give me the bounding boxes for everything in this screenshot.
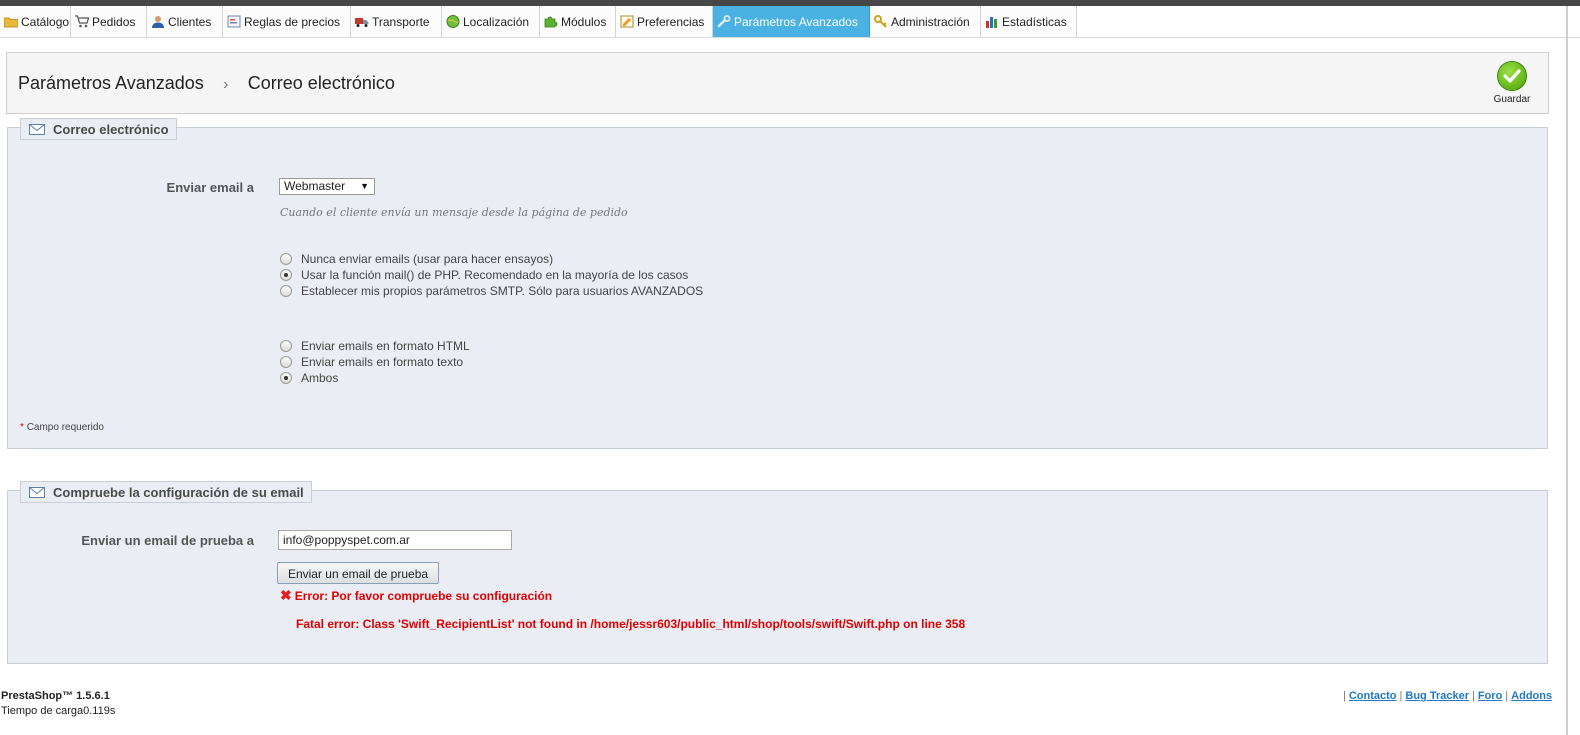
footer-pipe: | [1343, 690, 1346, 702]
tab-clientes[interactable]: Clientes [147, 6, 223, 37]
email-settings-legend: Correo electrónico [20, 118, 177, 140]
radio-button[interactable] [280, 285, 292, 297]
puzzle-icon [544, 16, 558, 28]
tab-label: Catálogo [21, 14, 70, 29]
tab-reglas-de-precios[interactable]: Reglas de precios [223, 6, 351, 37]
tab-preferencias[interactable]: Preferencias [616, 6, 713, 37]
main-menu: Catálogo Pedidos Clientes Reglas de prec… [0, 6, 1580, 38]
tab-transporte[interactable]: Transporte [351, 6, 442, 37]
tab-pedidos[interactable]: Pedidos [71, 6, 147, 37]
tab-modulos[interactable]: Módulos [540, 6, 616, 37]
error-message: ✖ Error: Por favor compruebe su configur… [280, 587, 552, 604]
send-test-email-button[interactable]: Enviar un email de prueba [277, 562, 439, 584]
tab-label: Estadísticas [1002, 14, 1067, 29]
tab-label: Clientes [168, 14, 212, 29]
footer-load-time: Tiempo de carga0.119s [1, 705, 116, 717]
tab-label: Transporte [372, 14, 430, 29]
error-x-icon: ✖ [280, 587, 292, 603]
test-email-input[interactable] [278, 530, 512, 550]
footer-pipe: | [1471, 690, 1475, 702]
radio-label: Nunca enviar emails (usar para hacer ens… [301, 252, 554, 266]
email-settings-panel: Correo electrónico Enviar email a Cuando… [7, 118, 1548, 449]
footer-pipe: | [1399, 690, 1403, 702]
preferences-icon [620, 15, 634, 28]
wrench-icon [717, 15, 731, 28]
footer-version: PrestaShop™ 1.5.6.1 [1, 690, 110, 702]
truck-icon [355, 18, 369, 27]
tab-parametros-avanzados[interactable]: Parámetros Avanzados [713, 6, 870, 37]
radio-button[interactable] [280, 372, 292, 384]
page-header: Parámetros Avanzados › Correo electrónico … [6, 52, 1549, 114]
fatal-error-message: Fatal error: Class 'Swift_RecipientList'… [296, 617, 966, 631]
send-to-select[interactable]: Webmaster ▼ [279, 178, 375, 195]
radio-button[interactable] [280, 356, 292, 368]
tab-estadisticas[interactable]: Estadísticas [981, 6, 1077, 37]
tab-label: Preferencias [637, 14, 705, 29]
tab-catalogo[interactable]: Catálogo [0, 6, 71, 37]
footer-pipe: | [1505, 690, 1509, 702]
dropdown-arrow-icon: ▼ [360, 181, 369, 191]
envelope-icon [29, 486, 45, 498]
save-button[interactable]: Guardar [1483, 61, 1541, 105]
tab-label: Administración [891, 14, 970, 29]
send-to-label: Enviar email a [166, 180, 254, 195]
radio-never-send[interactable]: Nunca enviar emails (usar para hacer ens… [280, 252, 553, 266]
folder-icon [4, 17, 18, 28]
radio-button[interactable] [280, 340, 292, 352]
radio-label: Enviar emails en formato texto [301, 355, 464, 369]
link-foro[interactable]: Foro [1478, 690, 1502, 702]
envelope-icon [29, 123, 45, 135]
scrollbar-edge [1566, 6, 1568, 735]
footer-info: PrestaShop™ 1.5.6.1 Tiempo de carga0.119… [1, 689, 115, 719]
radio-smtp[interactable]: Establecer mis propios parámetros SMTP. … [280, 284, 703, 298]
tab-localizacion[interactable]: Localización [442, 6, 540, 37]
tab-label: Localización [463, 14, 530, 29]
breadcrumb-parent[interactable]: Parámetros Avanzados [18, 73, 204, 93]
radio-format-both[interactable]: Ambos [280, 371, 338, 385]
radio-label: Ambos [301, 371, 339, 385]
bar-chart-icon [986, 17, 997, 28]
radio-label: Enviar emails en formato HTML [301, 339, 470, 353]
send-to-hint: Cuando el cliente envía un mensaje desde… [280, 206, 628, 219]
test-email-panel: Compruebe la configuración de su email E… [7, 481, 1548, 664]
key-icon [874, 15, 887, 28]
user-icon [152, 16, 164, 28]
price-rules-icon [227, 15, 241, 28]
tab-label: Módulos [561, 14, 607, 29]
breadcrumb-separator-icon: › [223, 76, 229, 93]
send-to-value: Webmaster [284, 179, 346, 193]
checkmark-icon [1497, 61, 1527, 91]
radio-label: Usar la función mail() de PHP. Recomenda… [301, 268, 689, 282]
test-email-legend-text: Compruebe la configuración de su email [53, 484, 304, 500]
radio-button[interactable] [280, 253, 292, 265]
tab-label: Pedidos [92, 14, 136, 29]
cart-icon [75, 15, 89, 28]
required-text: Campo requerido [26, 422, 104, 433]
radio-format-text[interactable]: Enviar emails en formato texto [280, 355, 463, 369]
radio-button[interactable] [280, 269, 292, 281]
breadcrumb: Parámetros Avanzados › Correo electrónico [18, 73, 395, 94]
required-star: * [20, 422, 24, 433]
radio-format-html[interactable]: Enviar emails en formato HTML [280, 339, 470, 353]
link-bug-tracker[interactable]: Bug Tracker [1405, 690, 1469, 702]
test-email-legend: Compruebe la configuración de su email [20, 481, 312, 503]
breadcrumb-current: Correo electrónico [247, 73, 395, 93]
radio-php-mail[interactable]: Usar la función mail() de PHP. Recomenda… [280, 268, 688, 282]
link-contacto[interactable]: Contacto [1349, 690, 1397, 702]
tab-administracion[interactable]: Administración [870, 6, 981, 37]
required-note: * Campo requerido [20, 422, 104, 433]
tab-label: Reglas de precios [244, 14, 341, 29]
tab-label: Parámetros Avanzados [734, 14, 858, 29]
globe-icon [446, 15, 460, 28]
link-addons[interactable]: Addons [1511, 690, 1552, 702]
radio-label: Establecer mis propios parámetros SMTP. … [301, 284, 704, 298]
error-text: Error: Por favor compruebe su configurac… [294, 588, 553, 603]
test-email-label: Enviar un email de prueba a [81, 533, 254, 548]
email-settings-legend-text: Correo electrónico [53, 121, 169, 137]
footer-links: | Contacto | Bug Tracker | Foro | Addons [1340, 690, 1552, 702]
save-label: Guardar [1493, 94, 1531, 105]
